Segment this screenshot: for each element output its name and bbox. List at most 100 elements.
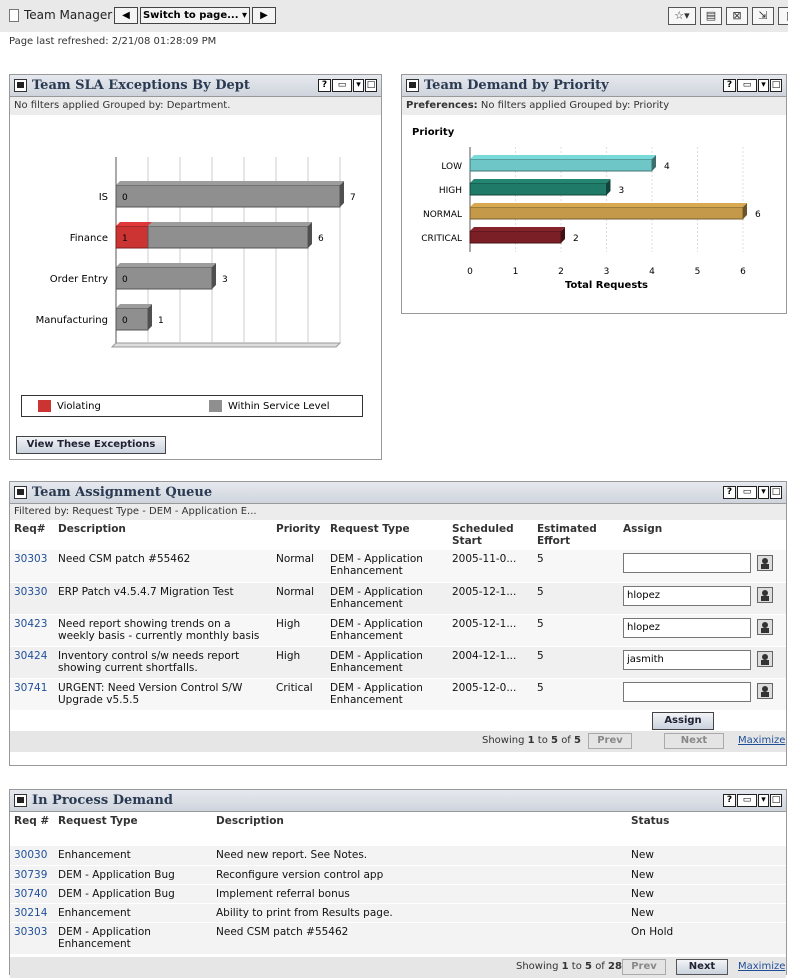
maximize-icon[interactable]: □ [770, 794, 782, 807]
cell-status: New [627, 846, 786, 866]
y-tick-label: Order Entry [50, 274, 108, 285]
next-button[interactable]: Next [664, 732, 724, 749]
request-link[interactable]: 30740 [14, 888, 47, 900]
resize-icon[interactable]: ▭ [332, 79, 352, 92]
assign-input[interactable] [623, 649, 751, 670]
column-header-req[interactable]: Req# [10, 520, 54, 550]
column-header-scheduled-start[interactable]: Scheduled Start [448, 520, 533, 550]
resize-icon[interactable]: ▭ [737, 79, 757, 92]
collapse-icon[interactable] [14, 486, 27, 499]
column-header-request-type[interactable]: Request Type [326, 520, 448, 550]
user-picker-icon[interactable] [757, 683, 773, 699]
cell-req[interactable]: 30303 [10, 922, 54, 955]
view-exceptions-button[interactable]: View These Exceptions [16, 436, 166, 454]
cell-req[interactable]: 30423 [10, 614, 54, 647]
user-picker-icon[interactable] [757, 651, 773, 667]
column-header-status[interactable]: Status [627, 812, 786, 846]
column-header-description[interactable]: Description [54, 520, 272, 550]
request-link[interactable]: 30303 [14, 926, 47, 938]
column-header-priority[interactable]: Priority [272, 520, 326, 550]
x-tick-label: 5 [271, 359, 277, 360]
window-icon[interactable]: ▤ [700, 7, 722, 25]
user-picker-icon[interactable] [757, 554, 773, 571]
request-link[interactable]: 30214 [14, 907, 47, 919]
cell-assign [619, 646, 786, 679]
cell-req[interactable]: 30424 [10, 646, 54, 679]
x-tick-label: 4 [239, 359, 245, 360]
switch-page-dropdown[interactable]: Switch to page... ▾ [140, 7, 250, 24]
bar-side [212, 263, 216, 289]
total-label: 1 [158, 316, 164, 326]
request-link[interactable]: 30423 [14, 618, 47, 630]
sla-exceptions-portlet: Team SLA Exceptions By Dept ? ▭ ▾ □ No f… [9, 74, 382, 460]
request-link[interactable]: 30741 [14, 682, 47, 694]
prev-button[interactable]: Prev [622, 958, 666, 975]
segment-label: 0 [122, 316, 128, 326]
assign-button[interactable]: Assign [652, 711, 714, 730]
preferences-text: Preferences: No filters applied Grouped … [402, 97, 786, 115]
collapse-icon[interactable] [406, 79, 419, 92]
collapse-icon[interactable] [14, 79, 27, 92]
chart-legend: Violating Within Service Level [21, 395, 363, 417]
help-icon[interactable]: ? [723, 486, 736, 499]
page-icon-button[interactable]: ▯ [778, 7, 788, 25]
cell-req[interactable]: 30303 [10, 550, 54, 583]
bar-side [148, 304, 152, 330]
star-icon[interactable]: ☆▾ [668, 7, 696, 25]
resize-icon[interactable]: ▭ [737, 486, 757, 499]
export-icon[interactable]: ⇲ [752, 7, 774, 25]
portlet-title: Team Demand by Priority [424, 78, 609, 93]
maximize-icon[interactable]: □ [365, 79, 377, 92]
cell-req[interactable]: 30739 [10, 865, 54, 885]
maximize-link[interactable]: Maximize [738, 735, 785, 746]
pdf-icon[interactable]: ⊠ [726, 7, 748, 25]
request-link[interactable]: 30303 [14, 553, 47, 565]
prev-button[interactable]: Prev [588, 732, 632, 749]
user-picker-icon[interactable] [757, 619, 773, 635]
dropdown-icon[interactable]: ▾ [353, 79, 364, 92]
column-header-description[interactable]: Description [212, 812, 627, 846]
assign-input[interactable] [623, 681, 751, 702]
help-icon[interactable]: ? [318, 79, 331, 92]
maximize-icon[interactable]: □ [770, 79, 782, 92]
column-header-req[interactable]: Req # [10, 812, 54, 846]
cell-estimated-effort: 5 [533, 678, 619, 711]
demand-by-priority-portlet: Team Demand by Priority ? ▭ ▾ □ Preferen… [401, 74, 787, 314]
next-button[interactable]: Next [676, 958, 728, 975]
preferences-value: No filters applied Grouped by: Priority [480, 100, 670, 111]
cell-req[interactable]: 30741 [10, 678, 54, 711]
next-page-button[interactable]: ▶ [252, 7, 276, 24]
cell-assign [619, 614, 786, 647]
filter-text: No filters applied Grouped by: Departmen… [10, 97, 381, 115]
cell-req[interactable]: 30030 [10, 846, 54, 866]
user-picker-icon[interactable] [757, 587, 773, 603]
filter-text: Filtered by: Request Type - DEM - Applic… [10, 504, 786, 520]
request-link[interactable]: 30030 [14, 849, 47, 861]
help-icon[interactable]: ? [723, 79, 736, 92]
bar-top [116, 263, 216, 267]
assign-input[interactable] [623, 585, 751, 606]
maximize-link[interactable]: Maximize [738, 961, 785, 972]
cell-req[interactable]: 30214 [10, 903, 54, 923]
pagination-info: Showing 1 to 5 of 5 [482, 735, 581, 746]
collapse-icon[interactable] [14, 794, 27, 807]
maximize-icon[interactable]: □ [770, 486, 782, 499]
assign-input[interactable] [623, 617, 751, 638]
cell-req[interactable]: 30330 [10, 582, 54, 615]
assign-input[interactable] [623, 553, 751, 573]
dropdown-icon[interactable]: ▾ [758, 486, 769, 499]
help-icon[interactable]: ? [723, 794, 736, 807]
cell-assign [619, 582, 786, 615]
column-header-estimated-effort[interactable]: Estimated Effort [533, 520, 619, 550]
showing-label: Showing [482, 734, 525, 746]
resize-icon[interactable]: ▭ [737, 794, 757, 807]
previous-page-button[interactable]: ◀ [114, 7, 138, 24]
dropdown-icon[interactable]: ▾ [758, 79, 769, 92]
segment-label: 0 [122, 275, 128, 285]
column-header-request-type[interactable]: Request Type [54, 812, 212, 846]
request-link[interactable]: 30739 [14, 869, 47, 881]
cell-req[interactable]: 30740 [10, 884, 54, 904]
request-link[interactable]: 30330 [14, 586, 47, 598]
request-link[interactable]: 30424 [14, 650, 47, 662]
dropdown-icon[interactable]: ▾ [758, 794, 769, 807]
